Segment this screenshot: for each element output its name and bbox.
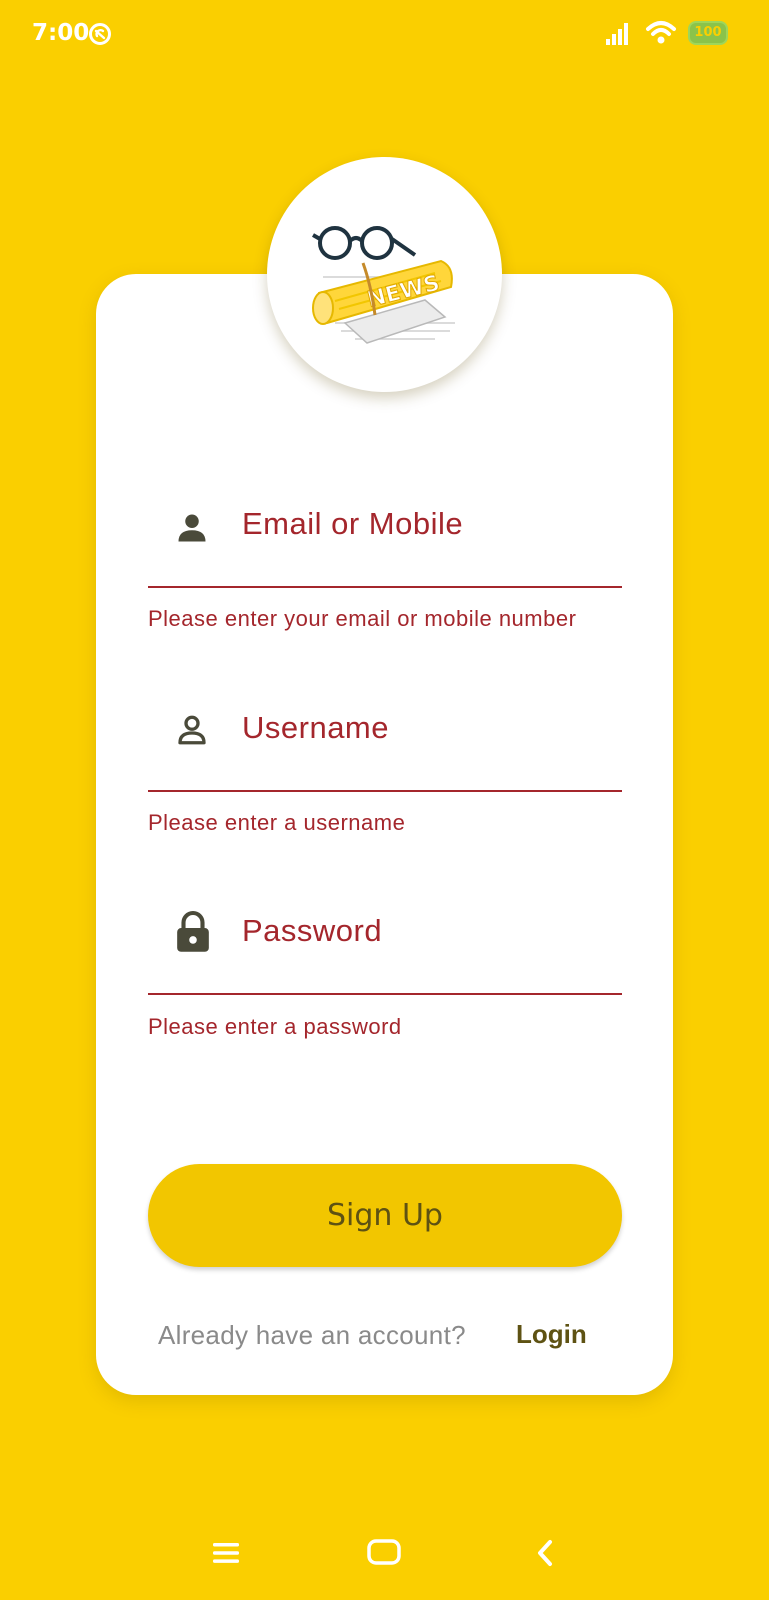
wifi-icon bbox=[646, 21, 676, 44]
home-icon[interactable] bbox=[366, 1537, 402, 1567]
email-field[interactable]: Email or Mobile bbox=[148, 500, 622, 592]
password-field-underline bbox=[148, 993, 622, 995]
app-logo: NEWS bbox=[267, 157, 502, 392]
person-outline-icon bbox=[178, 715, 206, 745]
login-link[interactable]: Login bbox=[516, 1319, 587, 1350]
password-field-label: Password bbox=[242, 913, 383, 948]
back-icon[interactable] bbox=[534, 1538, 556, 1568]
status-time: 7:00 bbox=[32, 20, 90, 46]
sign-up-button[interactable]: Sign Up bbox=[148, 1164, 622, 1267]
sync-off-icon bbox=[89, 23, 111, 45]
person-filled-icon bbox=[178, 514, 206, 542]
password-field[interactable]: Password bbox=[148, 907, 622, 999]
signal-icon bbox=[606, 23, 628, 45]
email-field-underline bbox=[148, 586, 622, 588]
newspaper-glasses-logo: NEWS bbox=[312, 226, 455, 344]
password-helper-text: Please enter a password bbox=[148, 1014, 402, 1039]
email-helper-text: Please enter your email or mobile number bbox=[148, 606, 577, 631]
lock-icon bbox=[177, 910, 209, 952]
status-bar: 7:00 100 bbox=[0, 0, 769, 70]
username-helper-text: Please enter a username bbox=[148, 810, 406, 835]
menu-icon[interactable] bbox=[212, 1541, 240, 1565]
username-field-underline bbox=[148, 790, 622, 792]
email-field-label: Email or Mobile bbox=[242, 506, 464, 541]
login-prompt-text: Already have an account? bbox=[158, 1320, 466, 1350]
username-field-label: Username bbox=[242, 710, 389, 745]
battery-indicator: 100 bbox=[688, 21, 728, 45]
username-field[interactable]: Username bbox=[148, 704, 622, 796]
